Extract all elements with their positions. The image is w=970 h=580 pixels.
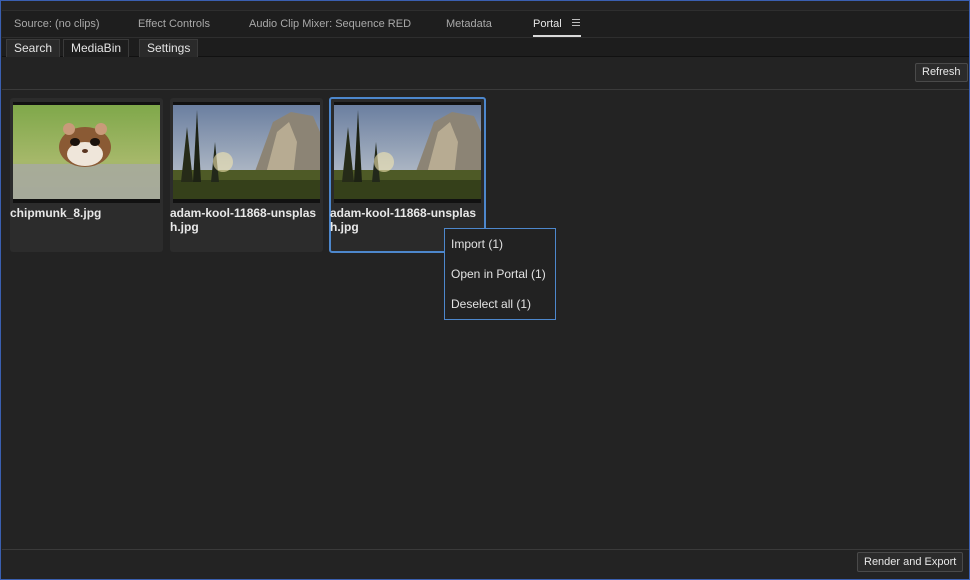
media-thumbnail [173,102,320,203]
media-thumbnail [13,102,160,203]
refresh-button[interactable]: Refresh [915,63,968,82]
portal-footer: Render and Export [2,549,969,579]
tab-effect-controls[interactable]: Effect Controls [138,18,210,30]
panel-tab-bar: Source: (no clips) Effect Controls Audio… [2,10,969,38]
tab-search[interactable]: Search [6,39,61,57]
portal-sub-tab-bar: Search MediaBin Settings [2,38,969,57]
tab-metadata[interactable]: Metadata [446,18,492,30]
active-tab-underline [533,35,581,37]
portal-panel: Source: (no clips) Effect Controls Audio… [0,0,970,580]
menu-item-deselect-all[interactable]: Deselect all (1) [451,297,531,311]
media-thumbnail [334,102,481,203]
menu-item-open-in-portal[interactable]: Open in Portal (1) [451,267,546,281]
media-filename: chipmunk_8.jpg [10,206,102,220]
mediabin-toolbar: Refresh [2,58,969,90]
menu-item-import[interactable]: Import (1) [451,237,503,251]
media-filename: adam-kool-11868-unsplash.jpg [170,206,317,234]
media-item-card[interactable]: chipmunk_8.jpg [10,98,163,252]
tab-portal[interactable]: Portal [533,18,581,37]
tab-audio-clip-mixer[interactable]: Audio Clip Mixer: Sequence RED [249,18,411,30]
context-menu: Import (1) Open in Portal (1) Deselect a… [444,228,556,320]
panel-menu-icon[interactable] [572,19,580,27]
tab-mediabin[interactable]: MediaBin [63,39,130,57]
render-and-export-button[interactable]: Render and Export [857,552,964,572]
media-item-card[interactable]: adam-kool-11868-unsplash.jpg [170,98,323,252]
tab-source[interactable]: Source: (no clips) [14,18,100,30]
tab-portal-label: Portal [533,18,562,30]
media-bin-grid: chipmunk_8.jpg adam-kool-11868-unsplash.… [2,91,969,549]
tab-settings[interactable]: Settings [139,39,199,57]
